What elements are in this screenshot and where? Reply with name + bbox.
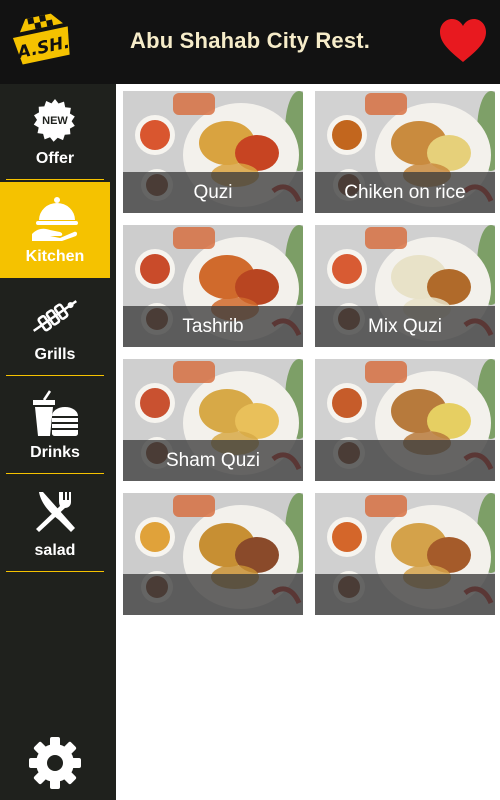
skewer-icon [32,300,78,332]
menu-item-card[interactable] [123,493,303,615]
divider [6,375,104,376]
app-header: A.SH. Abu Shahab City Rest. [0,0,500,84]
menu-item-card[interactable]: Tashrib [123,225,303,347]
menu-item-card[interactable]: Quzi [123,91,303,213]
sidebar-item-kitchen[interactable]: Kitchen [0,182,110,278]
menu-item-name [315,440,495,481]
settings-gear-icon[interactable] [28,736,82,790]
sidebar-item-label: salad [34,542,76,559]
divider [6,179,104,180]
restaurant-title: Abu Shahab City Rest. [130,28,371,53]
menu-item-name: Mix Quzi [315,306,495,347]
menu-item-name: Quzi [123,172,303,213]
serving-cloche-icon [32,197,78,241]
restaurant-logo: A.SH. [12,13,72,65]
sidebar-item-grills[interactable]: Grills [0,280,110,376]
fork-knife-icon [36,492,75,532]
menu-item-name [123,574,303,615]
sidebar-item-label: Grills [34,346,76,363]
menu-item-name: Tashrib [123,306,303,347]
sidebar-item-label: Drinks [30,444,80,461]
menu-grid: Quzi Chiken on rice Tashrib Mix Quzi Sham Qu… [116,84,500,800]
category-sidebar: NEW Offer Kitchen Grills Drinks salad [0,84,116,800]
menu-item-card[interactable] [315,493,495,615]
divider [6,571,104,572]
favorites-heart-icon[interactable] [438,16,488,66]
sidebar-item-label: Kitchen [25,248,85,265]
drink-burger-icon [33,390,78,437]
sidebar-item-label: Offer [35,150,75,167]
sidebar-item-drinks[interactable]: Drinks [0,378,110,474]
menu-item-name [315,574,495,615]
sidebar-item-salad[interactable]: salad [0,476,110,572]
sidebar-item-offer[interactable]: NEW Offer [0,84,110,180]
new-badge-icon: NEW [33,99,75,142]
divider [6,473,104,474]
svg-text:NEW: NEW [42,115,68,127]
menu-item-card[interactable]: Sham Quzi [123,359,303,481]
menu-item-card[interactable]: Mix Quzi [315,225,495,347]
menu-item-name: Sham Quzi [123,440,303,481]
menu-item-name: Chiken on rice [315,172,495,213]
menu-item-card[interactable]: Chiken on rice [315,91,495,213]
menu-item-card[interactable] [315,359,495,481]
